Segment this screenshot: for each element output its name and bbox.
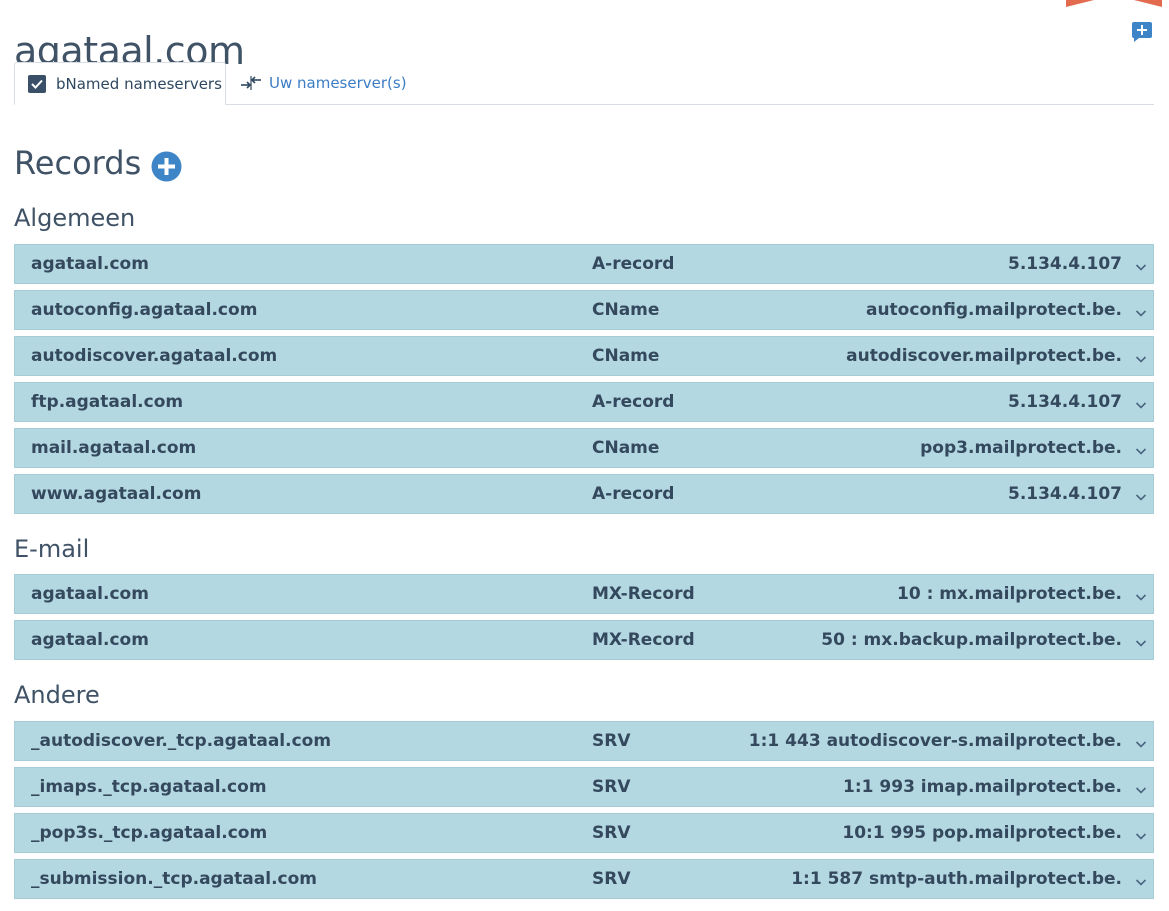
record-value: 5.134.4.107 bbox=[1007, 254, 1122, 274]
swap-arrows-icon bbox=[240, 74, 262, 92]
plus-circle-icon[interactable] bbox=[151, 151, 182, 182]
record-type: SRV bbox=[592, 731, 631, 751]
record-value: 5.134.4.107 bbox=[1007, 484, 1122, 504]
record-name: mail.agataal.com bbox=[31, 438, 197, 458]
record-row[interactable]: www.agataal.com A-record 5.134.4.107 bbox=[14, 474, 1154, 514]
record-name: agataal.com bbox=[31, 630, 149, 650]
record-value: autodiscover.mailprotect.be. bbox=[846, 346, 1122, 366]
record-value: 5.134.4.107 bbox=[1007, 392, 1122, 412]
record-value: autoconfig.mailprotect.be. bbox=[865, 300, 1122, 320]
tab-label: bNamed nameservers bbox=[56, 74, 222, 93]
record-row[interactable]: agataal.com MX-Record 50 : mx.backup.mai… bbox=[14, 620, 1154, 660]
record-type: CName bbox=[592, 438, 660, 458]
section-title-algemeen: Algemeen bbox=[14, 204, 136, 232]
record-type: A-record bbox=[592, 254, 675, 274]
record-name: _autodiscover._tcp.agataal.com bbox=[31, 731, 332, 751]
records-heading: Records bbox=[14, 144, 182, 182]
record-name: www.agataal.com bbox=[31, 484, 202, 504]
record-row[interactable]: agataal.com MX-Record 10 : mx.mailprotec… bbox=[14, 574, 1154, 614]
chevron-down-icon[interactable] bbox=[1135, 588, 1147, 601]
record-row[interactable]: mail.agataal.com CName pop3.mailprotect.… bbox=[14, 428, 1154, 468]
record-type: SRV bbox=[592, 823, 631, 843]
record-type: SRV bbox=[592, 777, 631, 797]
record-type: CName bbox=[592, 300, 660, 320]
record-value: pop3.mailprotect.be. bbox=[920, 438, 1122, 458]
chevron-down-icon[interactable] bbox=[1135, 634, 1147, 647]
record-name: agataal.com bbox=[31, 584, 149, 604]
record-type: MX-Record bbox=[592, 584, 695, 604]
checkbox-checked-icon[interactable] bbox=[28, 74, 46, 93]
record-row[interactable]: autodiscover.agataal.com CName autodisco… bbox=[14, 336, 1154, 376]
nameserver-tabs: bNamed nameservers Uw nameserver(s) bbox=[14, 62, 1154, 105]
record-row[interactable]: _imaps._tcp.agataal.com SRV 1:1 993 imap… bbox=[14, 767, 1154, 807]
record-value: 1:1 993 imap.mailprotect.be. bbox=[843, 777, 1122, 797]
record-type: CName bbox=[592, 346, 660, 366]
record-value: 10 : mx.mailprotect.be. bbox=[897, 584, 1122, 604]
record-row[interactable]: ftp.agataal.com A-record 5.134.4.107 bbox=[14, 382, 1154, 422]
record-type: A-record bbox=[592, 392, 675, 412]
record-value: 1:1 443 autodiscover-s.mailprotect.be. bbox=[748, 731, 1122, 751]
record-name: ftp.agataal.com bbox=[31, 392, 184, 412]
record-row[interactable]: _submission._tcp.agataal.com SRV 1:1 587… bbox=[14, 859, 1154, 899]
record-name: agataal.com bbox=[31, 254, 149, 274]
chevron-down-icon[interactable] bbox=[1135, 488, 1147, 501]
record-type: A-record bbox=[592, 484, 675, 504]
record-row[interactable]: _autodiscover._tcp.agataal.com SRV 1:1 4… bbox=[14, 721, 1154, 761]
chevron-down-icon[interactable] bbox=[1135, 827, 1147, 840]
record-value: 50 : mx.backup.mailprotect.be. bbox=[821, 630, 1122, 650]
tab-own-nameservers[interactable]: Uw nameserver(s) bbox=[240, 62, 407, 104]
add-comment-icon[interactable] bbox=[1131, 21, 1153, 43]
chevron-down-icon[interactable] bbox=[1135, 258, 1147, 271]
records-title: Records bbox=[14, 144, 142, 182]
chevron-down-icon[interactable] bbox=[1135, 735, 1147, 748]
section-title-e-mail: E-mail bbox=[14, 535, 90, 563]
chevron-down-icon[interactable] bbox=[1135, 442, 1147, 455]
record-name: _submission._tcp.agataal.com bbox=[31, 869, 318, 889]
record-row[interactable]: autoconfig.agataal.com CName autoconfig.… bbox=[14, 290, 1154, 330]
chevron-down-icon[interactable] bbox=[1135, 396, 1147, 409]
chevron-down-icon[interactable] bbox=[1135, 304, 1147, 317]
chevron-down-icon[interactable] bbox=[1135, 781, 1147, 794]
record-value: 1:1 587 smtp-auth.mailprotect.be. bbox=[791, 869, 1122, 889]
record-name: autodiscover.agataal.com bbox=[31, 346, 278, 366]
record-value: 10:1 995 pop.mailprotect.be. bbox=[842, 823, 1122, 843]
chevron-down-icon[interactable] bbox=[1135, 350, 1147, 363]
record-name: _pop3s._tcp.agataal.com bbox=[31, 823, 268, 843]
record-type: SRV bbox=[592, 869, 631, 889]
record-row[interactable]: agataal.com A-record 5.134.4.107 bbox=[14, 244, 1154, 284]
corner-ribbon bbox=[1066, 0, 1162, 7]
tab-bnamed-nameservers[interactable]: bNamed nameservers bbox=[14, 62, 226, 105]
record-name: _imaps._tcp.agataal.com bbox=[31, 777, 267, 797]
section-title-andere: Andere bbox=[14, 681, 100, 709]
record-type: MX-Record bbox=[592, 630, 695, 650]
chevron-down-icon[interactable] bbox=[1135, 873, 1147, 886]
record-row[interactable]: _pop3s._tcp.agataal.com SRV 10:1 995 pop… bbox=[14, 813, 1154, 853]
tab-label: Uw nameserver(s) bbox=[269, 74, 407, 92]
record-name: autoconfig.agataal.com bbox=[31, 300, 258, 320]
